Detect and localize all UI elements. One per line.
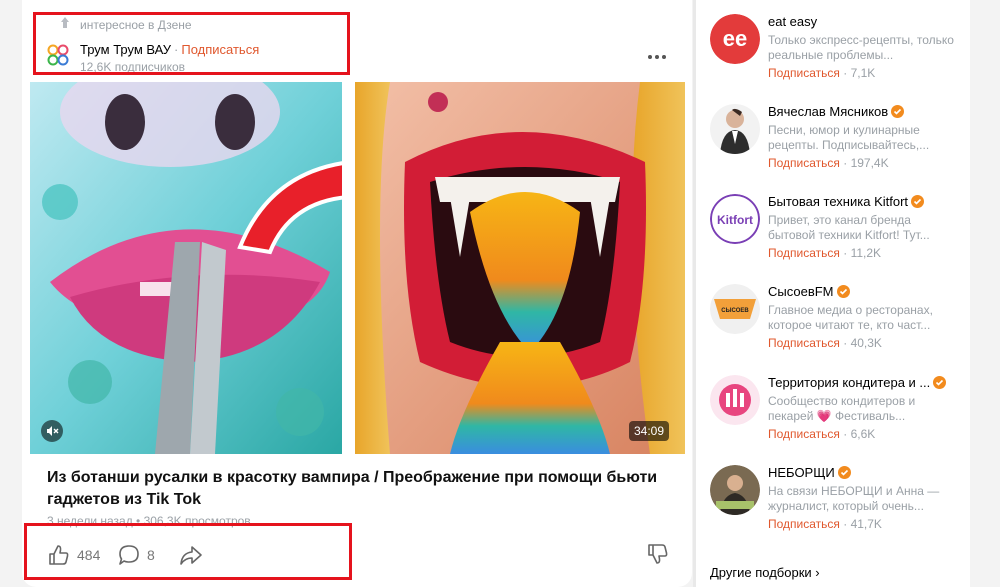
eat-easy-logo-text: ee: [723, 26, 747, 51]
rec-subscribe-button[interactable]: Подписаться: [768, 517, 840, 531]
rec-footer: Подписаться · 7,1K: [768, 66, 875, 80]
rec-subscriber-count: · 6,6K: [843, 427, 876, 441]
neborshchi-avatar: [710, 465, 760, 515]
rec-name-text: НЕБОРЩИ: [768, 465, 835, 480]
eat-easy-avatar: ee: [710, 14, 760, 64]
rec-description: Песни, юмор и кулинарные рецепты. Подпис…: [768, 123, 930, 152]
rec-name-text: Вячеслав Мясников: [768, 104, 889, 119]
rec-subscriber-count: · 197,4K: [843, 156, 889, 170]
sysoev-logo-text: СЫСОЕВ: [721, 308, 749, 314]
rec-subscribe-button[interactable]: Подписаться: [768, 246, 840, 260]
rec-name: eat easy: [768, 14, 818, 29]
rec-subscriber-count: · 7,1K: [843, 66, 876, 80]
rec-footer: Подписаться · 41,7K: [768, 517, 882, 531]
recommendations-sidebar: ee eat easy Только экспресс-рецепты, тол…: [696, 0, 970, 587]
sysoevfm-avatar: СЫСОЕВ: [710, 284, 760, 334]
rec-name-text: Бытовая техника Kitfort: [768, 194, 909, 209]
rec-name-text: Территория кондитера и ...: [768, 375, 931, 390]
more-collections-label: Другие подборки: [710, 565, 812, 580]
rec-description: Сообщество кондитеров и пекарей 💗 Фестив…: [768, 394, 916, 423]
rec-subscribe-button[interactable]: Подписаться: [768, 427, 840, 441]
speaker-muted-icon: [47, 426, 59, 436]
rec-name: Вячеслав Мясников: [768, 104, 958, 119]
myasnikov-avatar: [710, 104, 760, 154]
rec-description: На связи НЕБОРЩИ и Анна — журналист, кот…: [768, 484, 940, 513]
konditer-avatar: [710, 375, 760, 425]
rec-name-text: СысоевFM: [768, 284, 834, 299]
rec-name: Бытовая техника Kitfort: [768, 194, 958, 209]
rec-footer: Подписаться · 40,3K: [768, 336, 882, 350]
rec-subscriber-count: · 11,2K: [843, 246, 882, 260]
dislike-icon[interactable]: [646, 542, 670, 566]
rec-subscriber-count: · 40,3K: [843, 336, 882, 350]
rec-subscribe-button[interactable]: Подписаться: [768, 336, 840, 350]
video-thumbnail[interactable]: [30, 82, 685, 454]
rec-footer: Подписаться · 11,2K: [768, 246, 881, 260]
verified-icon: [836, 285, 850, 298]
actions-highlight-box: [24, 523, 352, 580]
rec-subscribe-button[interactable]: Подписаться: [768, 156, 840, 170]
rec-description: Главное медиа о ресторанах, которое чита…: [768, 303, 933, 332]
more-dots-icon[interactable]: [646, 50, 668, 64]
chevron-right-icon: ›: [815, 565, 820, 580]
post-title[interactable]: Из ботанши русалки в красотку вампира / …: [47, 467, 667, 511]
kitfort-avatar: Kitfort: [710, 194, 760, 244]
rec-name: Территория кондитера и ...: [768, 375, 958, 390]
rec-footer: Подписаться · 6,6K: [768, 427, 875, 441]
rec-footer: Подписаться · 197,4K: [768, 156, 889, 170]
rec-description: Привет, это канал бренда бытовой техники…: [768, 213, 930, 242]
rec-subscriber-count: · 41,7K: [843, 517, 882, 531]
page-background: [970, 0, 1000, 587]
verified-icon: [891, 105, 905, 118]
channel-highlight-box: [33, 12, 350, 75]
verified-icon: [933, 376, 947, 389]
mute-icon[interactable]: [41, 420, 63, 442]
rec-name: СысоевFM: [768, 284, 958, 299]
video-duration: 34:09: [629, 421, 670, 441]
rec-name: НЕБОРЩИ: [768, 465, 958, 480]
verified-icon: [837, 466, 851, 479]
kitfort-logo-text: Kitfort: [717, 213, 753, 227]
rec-subscribe-button[interactable]: Подписаться: [768, 66, 840, 80]
verified-icon: [911, 195, 925, 208]
rec-description: Только экспресс-рецепты, только реальные…: [768, 33, 954, 62]
more-collections-link[interactable]: Другие подборки ›: [710, 565, 820, 580]
